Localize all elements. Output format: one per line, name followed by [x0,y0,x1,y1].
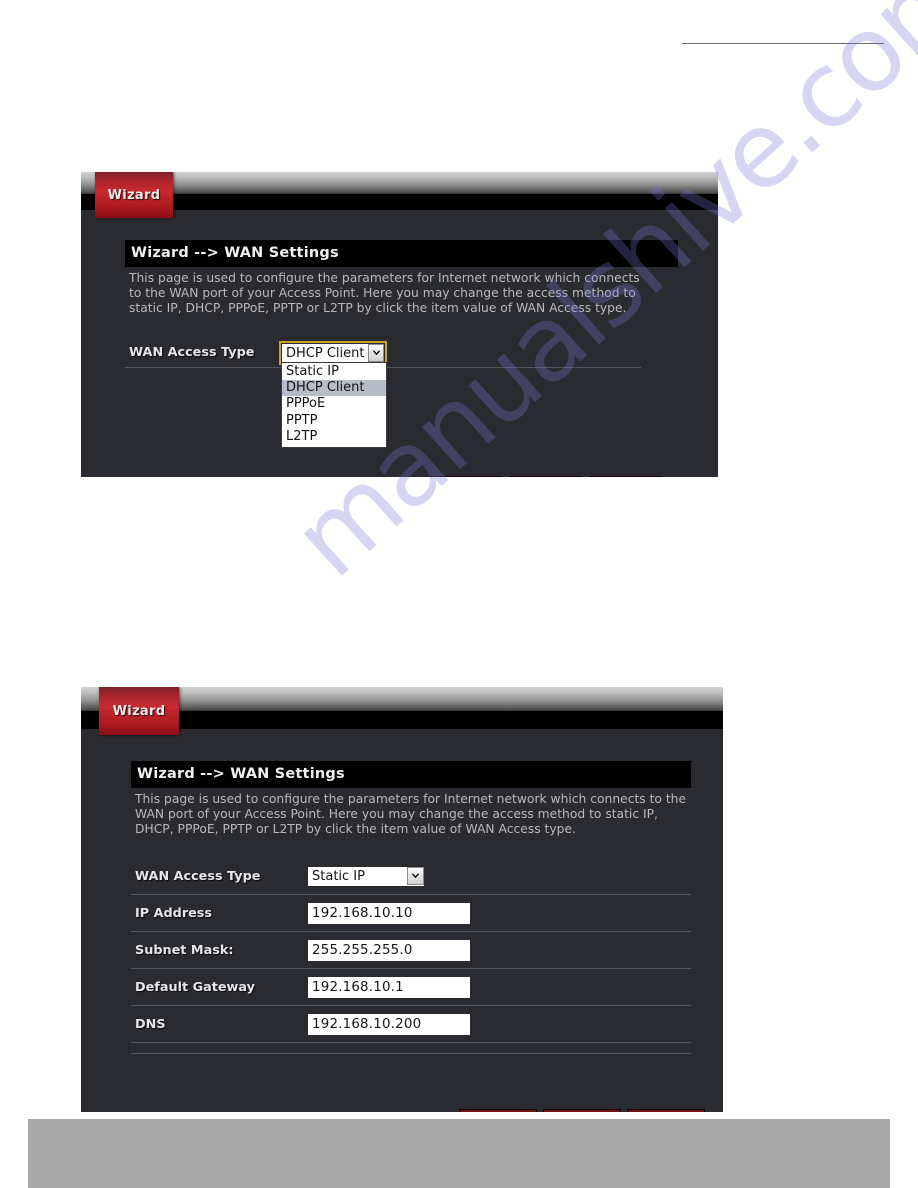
tab-wizard-label: Wizard [112,703,166,719]
panel-top-strip [81,172,718,194]
option-dhcp-client[interactable]: DHCP Client [282,380,386,397]
wan-access-type-value: DHCP Client [286,345,365,361]
wan-access-type-label: WAN Access Type [135,868,261,884]
router-admin-panel-static-ip: Wizard Wizard --> WAN Settings This page… [81,687,723,1112]
cancel-button[interactable]: Cancel [459,1109,537,1112]
chevron-down-icon[interactable] [368,344,384,363]
dns-label: DNS [135,1016,166,1032]
next-button[interactable]: Next>> [627,1109,705,1112]
back-button[interactable]: <<Back [509,476,583,477]
form-row-ip-address: IP Address 192.168.10.10 [131,895,691,933]
chevron-down-icon[interactable] [407,867,424,886]
action-buttons: Cancel <<Back Next>> [459,1109,705,1112]
panel-nav-bar [81,194,718,210]
form-row-dns: DNS 192.168.10.200 [131,1006,691,1044]
panel-body: Wizard --> WAN Settings This page is use… [81,729,723,1112]
ip-address-input[interactable]: 192.168.10.10 [307,901,471,925]
action-buttons: Cancel <<Back Next>> [429,476,663,477]
tab-wizard-label: Wizard [107,187,161,203]
section-description: This page is used to configure the param… [129,271,640,315]
option-pppoe[interactable]: PPPoE [282,396,386,412]
form-row-subnet-mask: Subnet Mask: 255.255.255.0 [131,932,691,970]
subnet-mask-label: Subnet Mask: [135,942,234,958]
wan-access-type-select[interactable]: Static IP [307,865,425,887]
option-static-ip[interactable]: Static IP [282,364,386,380]
wan-access-type-select[interactable]: DHCP Client [279,341,387,366]
cancel-button[interactable]: Cancel [429,476,503,477]
router-admin-panel-dhcp: Wizard Wizard --> WAN Settings This page… [81,172,718,477]
form-row-wan-access-type: WAN Access Type Static IP [131,858,691,896]
option-l2tp[interactable]: L2TP [282,429,386,445]
form-rows: WAN Access Type DHCP Client Static IP DH… [125,337,678,448]
wan-access-type-value: Static IP [312,868,365,884]
default-gateway-input[interactable]: 192.168.10.1 [307,975,471,999]
ip-address-label: IP Address [135,905,213,921]
dns-input[interactable]: 192.168.10.200 [307,1012,471,1036]
tab-wizard[interactable]: Wizard [99,687,179,735]
form-row-wan-access-type: WAN Access Type DHCP Client Static IP DH… [125,337,641,448]
section-title: Wizard --> WAN Settings [131,761,691,788]
panel-body: Wizard --> WAN Settings This page is use… [81,210,718,477]
default-gateway-label: Default Gateway [135,979,255,995]
back-button[interactable]: <<Back [543,1109,621,1112]
footer-bar [28,1119,890,1188]
wan-access-type-label: WAN Access Type [129,344,255,360]
option-pptp[interactable]: PPTP [282,413,386,429]
form-row-spacer [131,1043,691,1055]
subnet-mask-input[interactable]: 255.255.255.0 [307,938,471,962]
header-rule [682,43,884,44]
next-button[interactable]: Next>> [589,476,663,477]
tab-wizard[interactable]: Wizard [95,172,173,218]
section-title: Wizard --> WAN Settings [125,240,678,267]
form-rows: WAN Access Type Static IP IP Address 192… [131,858,691,1055]
wan-access-type-option-list[interactable]: Static IP DHCP Client PPPoE PPTP L2TP [281,361,387,448]
form-row-default-gateway: Default Gateway 192.168.10.1 [131,969,691,1007]
section-description: This page is used to configure the param… [135,792,687,836]
